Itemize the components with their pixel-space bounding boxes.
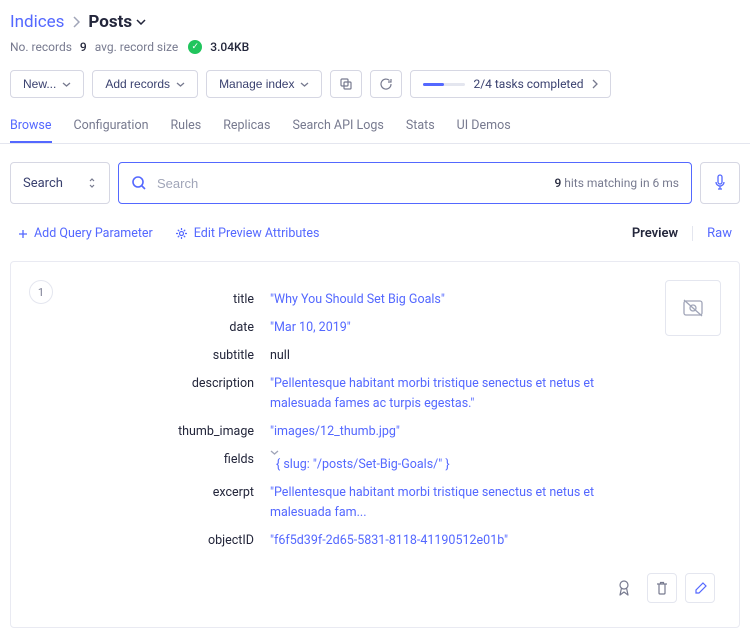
breadcrumb-indices[interactable]: Indices [10,12,64,32]
manage-index-label: Manage index [219,77,294,91]
search-icon [131,175,147,191]
sort-icon [87,176,97,190]
search-box: 9 hits matching in 6 ms [118,162,692,204]
attr-value: "Mar 10, 2019" [270,318,645,338]
main-toolbar: New... Add records Manage index 2/4 task… [0,62,750,106]
attr-value: "f6f5d39f-2d65-5831-8118-41190512e01b" [270,531,645,551]
new-button-label: New... [23,77,56,91]
attr-row-description: description"Pellentesque habitant morbi … [105,370,645,418]
trash-icon [656,581,668,595]
attr-row-excerpt: excerpt"Pellentesque habitant morbi tris… [105,479,645,527]
attr-value: null [270,346,645,366]
attr-key: date [105,318,270,338]
edit-preview-button[interactable]: Edit Preview Attributes [175,226,320,241]
record-index-badge: 1 [29,280,53,304]
no-image-icon [682,298,704,318]
chevron-down-icon [300,82,309,87]
attr-value: "images/12_thumb.jpg" [270,422,645,442]
avg-label: avg. record size [95,40,179,54]
attr-key: title [105,290,270,310]
attr-row-date: date"Mar 10, 2019" [105,314,645,342]
record-attributes: title"Why You Should Set Big Goals" date… [105,286,645,555]
tab-browse[interactable]: Browse [10,110,52,143]
manage-index-button[interactable]: Manage index [206,70,322,98]
breadcrumb: Indices Posts [10,12,740,32]
view-preview[interactable]: Preview [632,226,678,241]
stats-row: No. records 9 avg. record size ✓ 3.04KB [10,40,740,54]
mic-button[interactable] [700,162,740,204]
chevron-down-icon [62,82,71,87]
progress-pill[interactable]: 2/4 tasks completed [410,70,610,98]
copy-icon [339,77,353,91]
search-mode-label: Search [23,176,63,191]
attr-key: thumb_image [105,422,270,442]
attr-row-title: title"Why You Should Set Big Goals" [105,286,645,314]
add-query-param-button[interactable]: Add Query Parameter [18,226,153,241]
attr-value: { slug: "/posts/Set-Big-Goals/" } [270,450,645,475]
attr-key: fields [105,450,270,470]
progress-text: 2/4 tasks completed [473,77,583,91]
records-value: 9 [80,40,87,54]
tab-ui-demos[interactable]: UI Demos [457,110,511,143]
tab-search-api-logs[interactable]: Search API Logs [292,110,383,143]
records-label: No. records [10,40,72,54]
new-button[interactable]: New... [10,70,84,98]
attr-key: objectID [105,531,270,551]
breadcrumb-separator [72,16,80,28]
attr-key: excerpt [105,483,270,503]
chevron-down-icon [136,19,146,25]
chevron-right-icon [592,79,598,89]
search-input[interactable] [157,176,554,191]
chevron-down-icon [270,450,279,455]
attr-key: subtitle [105,346,270,366]
attr-value: "Pellentesque habitant morbi tristique s… [270,374,645,414]
edit-icon [694,582,707,595]
breadcrumb-current[interactable]: Posts [88,12,146,32]
tab-replicas[interactable]: Replicas [223,110,270,143]
view-raw[interactable]: Raw [692,226,732,241]
progress-bar [423,83,465,86]
attr-value: "Pellentesque habitant morbi tristique s… [270,483,645,523]
tab-stats[interactable]: Stats [406,110,435,143]
chevron-down-icon [176,82,185,87]
check-circle-icon: ✓ [188,40,202,54]
tabs: Browse Configuration Rules Replicas Sear… [0,106,750,144]
add-records-button[interactable]: Add records [92,70,198,98]
size-value: 3.04KB [210,40,249,54]
add-records-label: Add records [105,77,170,91]
hits-count: 9 [554,176,561,190]
record-card: 1 title"Why You Should Set Big Goals" da… [10,261,740,628]
expand-toggle[interactable] [270,450,645,455]
record-thumb-placeholder [665,280,721,336]
add-query-param-label: Add Query Parameter [34,226,153,241]
attr-row-objectID: objectID"f6f5d39f-2d65-5831-8118-4119051… [105,527,645,555]
award-icon [617,580,631,596]
attr-row-subtitle: subtitlenull [105,342,645,370]
attr-key: description [105,374,270,394]
hits-text: 9 hits matching in 6 ms [554,176,679,190]
tab-configuration[interactable]: Configuration [74,110,149,143]
plus-icon [18,229,28,239]
search-mode-select[interactable]: Search [10,162,110,204]
breadcrumb-title: Posts [88,12,132,32]
tab-rules[interactable]: Rules [170,110,201,143]
copy-button[interactable] [330,70,362,98]
attr-row-thumb_image: thumb_image"images/12_thumb.jpg" [105,418,645,446]
refresh-icon [379,77,393,91]
attr-value: "Why You Should Set Big Goals" [270,290,645,310]
gear-icon [175,227,188,240]
microphone-icon [713,174,727,192]
refresh-button[interactable] [370,70,402,98]
chevron-right-icon [72,16,80,28]
attr-row-fields: fields{ slug: "/posts/Set-Big-Goals/" } [105,446,645,479]
edit-preview-label: Edit Preview Attributes [194,226,320,241]
